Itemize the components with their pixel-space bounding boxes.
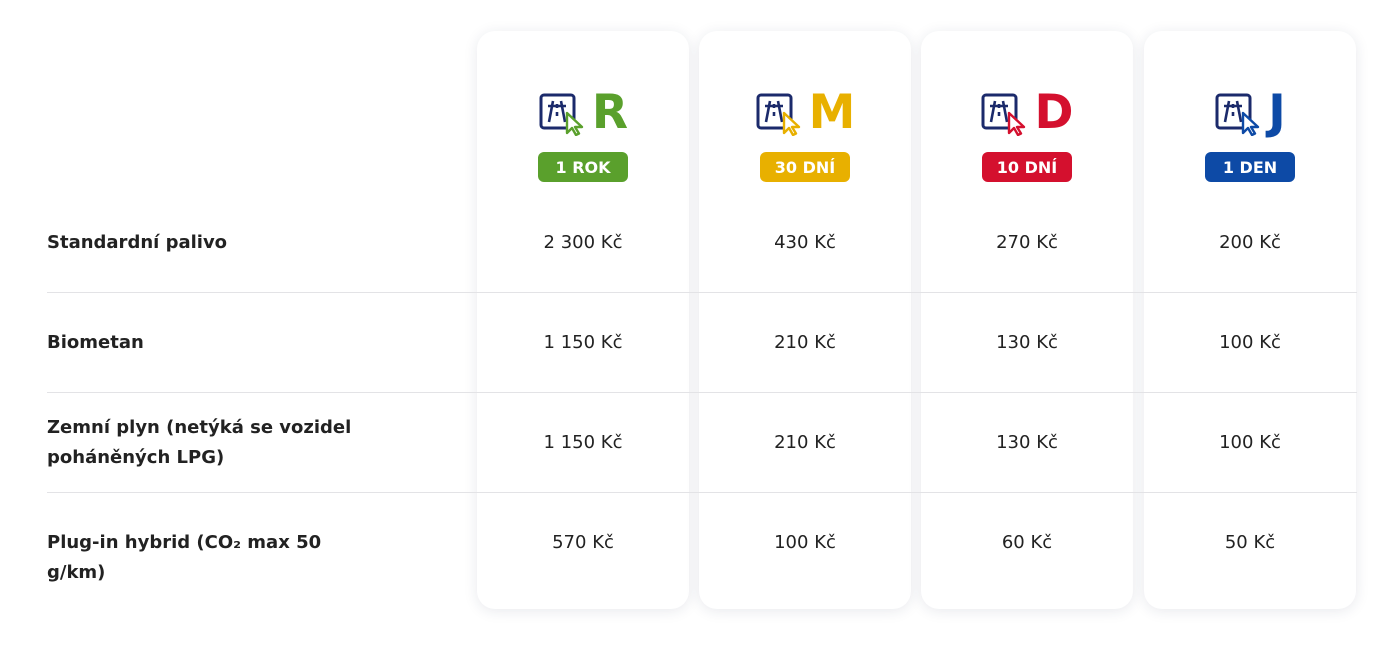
- price-cell: 1 150 Kč: [543, 332, 623, 353]
- row-label-natural-gas: Zemní plyn (netýká se vozidel poháněných…: [47, 417, 352, 468]
- price-cell: 60 Kč: [1001, 532, 1053, 553]
- row-divider: [47, 292, 1357, 293]
- plan-duration-badge: 1 ROK: [538, 152, 628, 182]
- price-cell: 430 Kč: [774, 232, 836, 253]
- plan-card-m: M 30 DNÍ: [699, 31, 911, 609]
- price-cell: 100 Kč: [1219, 332, 1281, 353]
- plan-letter: D: [1034, 85, 1074, 140]
- highway-vignette-icon: [981, 93, 1026, 136]
- price-cell: 570 Kč: [552, 532, 614, 553]
- plan-duration-badge: 1 DEN: [1205, 152, 1295, 182]
- plan-card-d: D 10 DNÍ: [921, 31, 1133, 609]
- highway-vignette-icon: [1215, 93, 1260, 136]
- price-cell: 130 Kč: [996, 332, 1058, 353]
- plan-duration-badge: 30 DNÍ: [760, 152, 850, 182]
- highway-vignette-icon: [539, 93, 584, 136]
- price-cell: 50 Kč: [1224, 532, 1276, 553]
- price-cell: 200 Kč: [1219, 232, 1281, 253]
- price-cell: 1 150 Kč: [543, 432, 623, 453]
- plan-card-r: R 1 ROK: [477, 31, 689, 609]
- plan-card-j: J 1 DEN: [1144, 31, 1356, 609]
- plan-duration-badge: 10 DNÍ: [982, 152, 1072, 182]
- price-cell: 100 Kč: [1219, 432, 1281, 453]
- plan-letter: J: [1268, 85, 1286, 140]
- row-divider: [47, 492, 1357, 493]
- price-cell: 210 Kč: [774, 332, 836, 353]
- row-label-plugin-hybrid: Plug-in hybrid (CO₂ max 50 g/km): [47, 532, 322, 583]
- plan-letter: M: [808, 85, 856, 140]
- price-cell: 130 Kč: [996, 432, 1058, 453]
- plan-letter: R: [591, 85, 629, 140]
- row-label-biomethane: Biometan: [47, 332, 144, 353]
- price-cell: 270 Kč: [996, 232, 1058, 253]
- row-label-standard-fuel: Standardní palivo: [47, 232, 228, 253]
- row-divider: [47, 392, 1357, 393]
- price-cell: 210 Kč: [774, 432, 836, 453]
- price-cell: 100 Kč: [774, 532, 836, 553]
- highway-vignette-icon: [756, 93, 800, 136]
- price-cell: 2 300 Kč: [543, 232, 623, 253]
